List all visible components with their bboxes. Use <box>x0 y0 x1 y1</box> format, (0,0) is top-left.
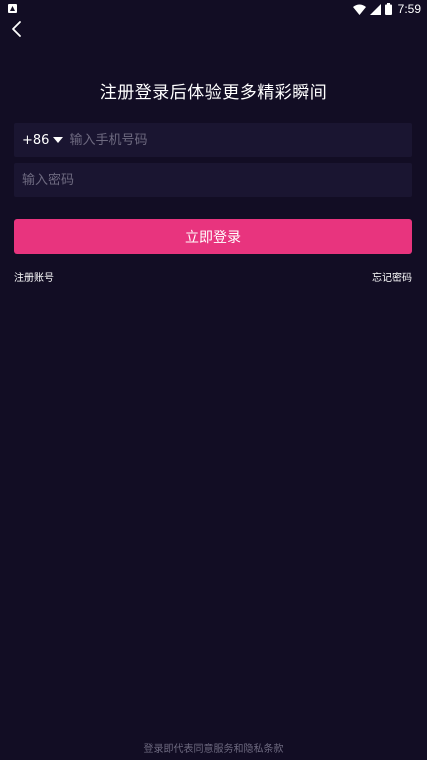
status-icons: 7:59 <box>352 1 421 17</box>
country-code-label: +86 <box>22 132 50 148</box>
page-title: 注册登录后体验更多精彩瞬间 <box>99 83 328 103</box>
terms-link[interactable]: 登录即代表同意服务和隐私条款 <box>0 740 427 755</box>
battery-icon <box>384 3 392 15</box>
back-button[interactable] <box>6 18 26 40</box>
status-bar: 7:59 <box>0 0 427 18</box>
register-link[interactable]: 注册账号 <box>14 269 54 284</box>
forgot-password-link[interactable]: 忘记密码 <box>372 269 412 284</box>
caret-down-icon <box>53 137 64 143</box>
phone-field: +86 <box>14 123 412 157</box>
phone-input[interactable] <box>69 123 412 157</box>
chevron-left-icon <box>12 21 21 37</box>
signal-icon <box>369 3 381 15</box>
country-code-selector[interactable]: +86 <box>14 123 69 157</box>
password-field <box>14 163 412 197</box>
status-time: 7:59 <box>397 2 421 16</box>
wifi-icon <box>352 4 366 15</box>
login-button[interactable]: 立即登录 <box>14 219 412 254</box>
app-notification-icon <box>8 4 17 13</box>
password-input[interactable] <box>14 163 412 197</box>
